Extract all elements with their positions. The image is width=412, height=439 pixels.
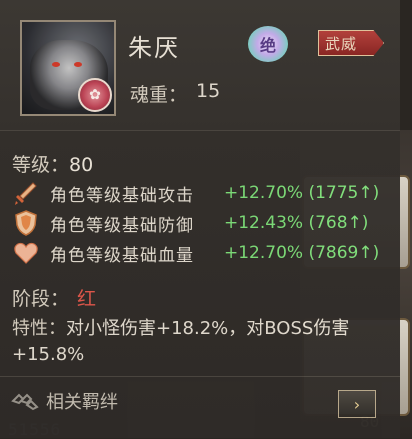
chain-link-icon [10, 390, 40, 412]
stat-label: 角色等级基础攻击 [50, 185, 194, 206]
character-name: 朱厌 [128, 34, 180, 62]
trait-row: 特性：对小怪伤害+18.2%，对BOSS伤害+15.8% [12, 316, 388, 368]
soul-weight-value: 15 [196, 80, 221, 102]
related-bonds-link[interactable]: 相关羁绊 [10, 388, 118, 414]
faction-tag: 武威 [318, 30, 384, 56]
stat-value: +12.43% (768↑) [224, 213, 369, 233]
footer-divider [0, 376, 400, 377]
stat-value: +12.70% (1775↑) [224, 183, 380, 203]
shield-icon [10, 209, 42, 237]
element-badge-icon: ✿ [78, 78, 112, 112]
stat-label: 角色等级基础防御 [50, 215, 194, 236]
stat-label: 角色等级基础血量 [50, 245, 194, 266]
header-divider [0, 130, 400, 131]
open-bonds-button[interactable]: › [338, 390, 376, 418]
rarity-badge-icon: 绝 [248, 26, 288, 62]
stage-row: 阶段： 红 [12, 284, 96, 311]
stat-row-hp: 角色等级基础血量 +12.70% (7869↑) [10, 238, 379, 268]
sword-icon [10, 179, 42, 207]
level-row: 等级：80 [12, 150, 93, 177]
heart-icon [10, 239, 42, 267]
stage-label: 阶段： [12, 288, 70, 310]
trait-label: 特性： [12, 318, 66, 339]
character-header: ✿ 朱厌 魂重： 15 绝 武威 [0, 0, 400, 130]
stat-value: +12.70% (7869↑) [224, 243, 380, 263]
level-value: 80 [69, 154, 94, 176]
related-bonds-label: 相关羁绊 [46, 392, 118, 413]
character-info-panel: ✿ 朱厌 魂重： 15 绝 武威 等级：80 角色等级基础攻击 +12.70% … [0, 0, 400, 438]
level-label: 等级： [12, 154, 70, 176]
stat-row-attack: 角色等级基础攻击 +12.70% (1775↑) [10, 178, 379, 208]
stage-value: 红 [77, 288, 97, 310]
soul-weight-label: 魂重： [130, 84, 188, 106]
stat-row-defense: 角色等级基础防御 +12.43% (768↑) [10, 208, 368, 238]
